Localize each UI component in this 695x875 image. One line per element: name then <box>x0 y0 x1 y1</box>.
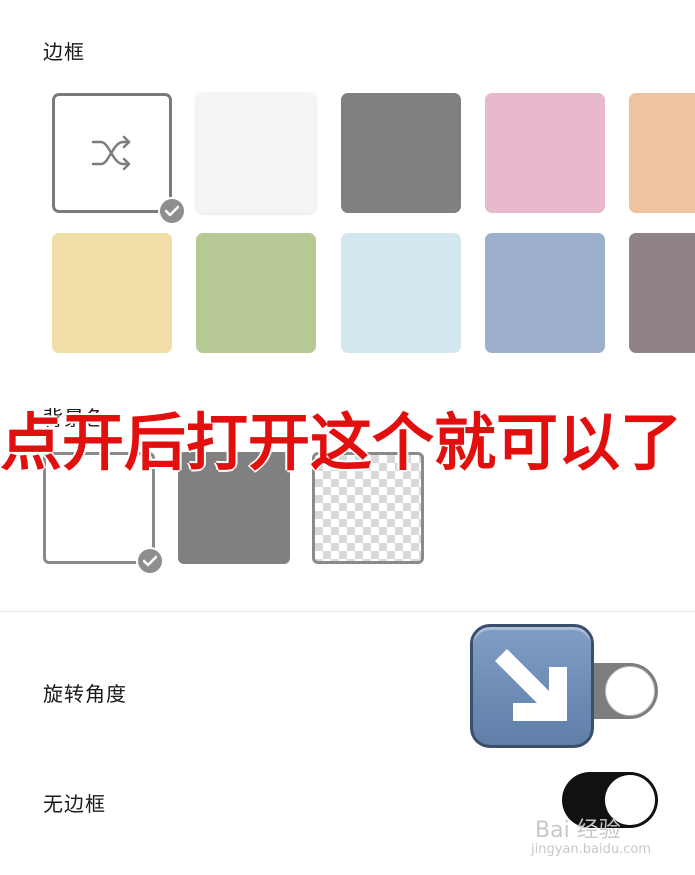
border-swatch-mauve[interactable] <box>629 233 695 353</box>
arrow-down-right-icon <box>470 624 594 748</box>
border-swatch-peach[interactable] <box>629 93 695 213</box>
section-divider <box>0 611 695 612</box>
border-swatch-random[interactable] <box>52 93 172 213</box>
shuffle-icon <box>91 135 131 171</box>
watermark-url: jingyan.baidu.com <box>531 842 651 857</box>
border-swatch-pink[interactable] <box>485 93 605 213</box>
watermark-logo: Bai 经验 <box>535 818 621 843</box>
border-swatch-light-blue[interactable] <box>341 233 461 353</box>
rotation-angle-label: 旋转角度 <box>43 682 127 706</box>
border-swatch-green[interactable] <box>196 233 316 353</box>
instruction-overlay-text: 点开后打开这个就可以了 <box>0 406 683 479</box>
no-border-label: 无边框 <box>43 792 106 816</box>
border-section-title: 边框 <box>43 40 85 64</box>
border-swatch-gray[interactable] <box>341 93 461 213</box>
selected-check-icon <box>158 197 186 225</box>
background-selected-check-icon <box>136 547 164 575</box>
border-swatch-blue[interactable] <box>485 233 605 353</box>
toggle-knob <box>605 666 655 716</box>
border-swatch-yellow[interactable] <box>52 233 172 353</box>
border-swatch-white[interactable] <box>196 93 316 213</box>
